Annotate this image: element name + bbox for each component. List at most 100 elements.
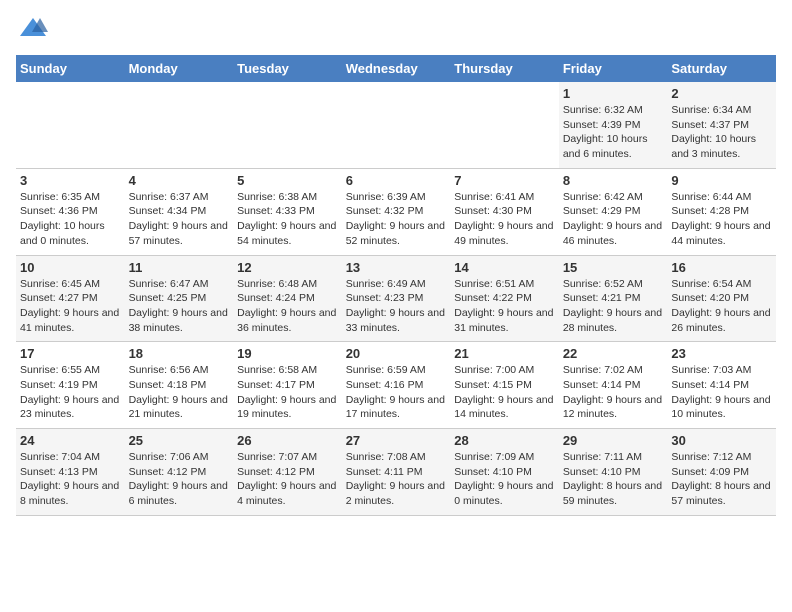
day-number: 27: [346, 433, 447, 448]
day-info: Sunrise: 6:38 AM Sunset: 4:33 PM Dayligh…: [237, 190, 338, 249]
calendar-cell: 9 Sunrise: 6:44 AM Sunset: 4:28 PM Daylig…: [667, 168, 776, 255]
calendar-week-row: 24 Sunrise: 7:04 AM Sunset: 4:13 PM Dayli…: [16, 429, 776, 516]
day-number: 11: [129, 260, 230, 275]
calendar-table: SundayMondayTuesdayWednesdayThursdayFrid…: [16, 55, 776, 516]
day-info: Sunrise: 6:55 AM Sunset: 4:19 PM Dayligh…: [20, 363, 121, 422]
weekday-header: Monday: [125, 55, 234, 82]
day-info: Sunrise: 7:02 AM Sunset: 4:14 PM Dayligh…: [563, 363, 664, 422]
calendar-cell: 6 Sunrise: 6:39 AM Sunset: 4:32 PM Daylig…: [342, 168, 451, 255]
day-info: Sunrise: 6:42 AM Sunset: 4:29 PM Dayligh…: [563, 190, 664, 249]
day-number: 14: [454, 260, 555, 275]
day-info: Sunrise: 6:58 AM Sunset: 4:17 PM Dayligh…: [237, 363, 338, 422]
calendar-cell: 25 Sunrise: 7:06 AM Sunset: 4:12 PM Dayli…: [125, 429, 234, 516]
calendar-cell: 7 Sunrise: 6:41 AM Sunset: 4:30 PM Daylig…: [450, 168, 559, 255]
calendar-cell: 15 Sunrise: 6:52 AM Sunset: 4:21 PM Dayli…: [559, 255, 668, 342]
day-number: 5: [237, 173, 338, 188]
calendar-week-row: 17 Sunrise: 6:55 AM Sunset: 4:19 PM Dayli…: [16, 342, 776, 429]
day-info: Sunrise: 7:00 AM Sunset: 4:15 PM Dayligh…: [454, 363, 555, 422]
day-number: 13: [346, 260, 447, 275]
calendar-cell: 23 Sunrise: 7:03 AM Sunset: 4:14 PM Dayli…: [667, 342, 776, 429]
day-info: Sunrise: 7:12 AM Sunset: 4:09 PM Dayligh…: [671, 450, 772, 509]
day-number: 19: [237, 346, 338, 361]
calendar-cell: [342, 82, 451, 168]
calendar-cell: [16, 82, 125, 168]
calendar-week-row: 3 Sunrise: 6:35 AM Sunset: 4:36 PM Daylig…: [16, 168, 776, 255]
day-number: 1: [563, 86, 664, 101]
day-info: Sunrise: 6:35 AM Sunset: 4:36 PM Dayligh…: [20, 190, 121, 249]
day-info: Sunrise: 7:06 AM Sunset: 4:12 PM Dayligh…: [129, 450, 230, 509]
calendar-cell: 30 Sunrise: 7:12 AM Sunset: 4:09 PM Dayli…: [667, 429, 776, 516]
calendar-week-row: 1 Sunrise: 6:32 AM Sunset: 4:39 PM Daylig…: [16, 82, 776, 168]
day-number: 12: [237, 260, 338, 275]
day-number: 15: [563, 260, 664, 275]
day-info: Sunrise: 6:52 AM Sunset: 4:21 PM Dayligh…: [563, 277, 664, 336]
weekday-header: Wednesday: [342, 55, 451, 82]
day-number: 25: [129, 433, 230, 448]
day-number: 16: [671, 260, 772, 275]
day-info: Sunrise: 7:03 AM Sunset: 4:14 PM Dayligh…: [671, 363, 772, 422]
day-number: 29: [563, 433, 664, 448]
calendar-cell: 17 Sunrise: 6:55 AM Sunset: 4:19 PM Dayli…: [16, 342, 125, 429]
calendar-cell: 21 Sunrise: 7:00 AM Sunset: 4:15 PM Dayli…: [450, 342, 559, 429]
calendar-cell: 16 Sunrise: 6:54 AM Sunset: 4:20 PM Dayli…: [667, 255, 776, 342]
calendar-cell: 20Sunrise: 6:59 AM Sunset: 4:16 PM Dayli…: [342, 342, 451, 429]
weekday-header: Friday: [559, 55, 668, 82]
day-info: Sunrise: 7:09 AM Sunset: 4:10 PM Dayligh…: [454, 450, 555, 509]
day-number: 9: [671, 173, 772, 188]
weekday-header: Saturday: [667, 55, 776, 82]
day-info: Sunrise: 6:39 AM Sunset: 4:32 PM Dayligh…: [346, 190, 447, 249]
day-info: Sunrise: 6:59 AM Sunset: 4:16 PM Dayligh…: [346, 363, 447, 422]
day-number: 6: [346, 173, 447, 188]
day-info: Sunrise: 6:41 AM Sunset: 4:30 PM Dayligh…: [454, 190, 555, 249]
day-number: 28: [454, 433, 555, 448]
calendar-cell: 27Sunrise: 7:08 AM Sunset: 4:11 PM Dayli…: [342, 429, 451, 516]
weekday-header: Sunday: [16, 55, 125, 82]
day-info: Sunrise: 6:48 AM Sunset: 4:24 PM Dayligh…: [237, 277, 338, 336]
calendar-cell: [125, 82, 234, 168]
day-number: 24: [20, 433, 121, 448]
calendar-cell: [233, 82, 342, 168]
day-info: Sunrise: 6:51 AM Sunset: 4:22 PM Dayligh…: [454, 277, 555, 336]
calendar-cell: 3 Sunrise: 6:35 AM Sunset: 4:36 PM Daylig…: [16, 168, 125, 255]
day-info: Sunrise: 7:07 AM Sunset: 4:12 PM Dayligh…: [237, 450, 338, 509]
day-info: Sunrise: 6:45 AM Sunset: 4:27 PM Dayligh…: [20, 277, 121, 336]
calendar-cell: 10 Sunrise: 6:45 AM Sunset: 4:27 PM Dayli…: [16, 255, 125, 342]
calendar-cell: 18 Sunrise: 6:56 AM Sunset: 4:18 PM Dayli…: [125, 342, 234, 429]
day-number: 30: [671, 433, 772, 448]
day-info: Sunrise: 7:04 AM Sunset: 4:13 PM Dayligh…: [20, 450, 121, 509]
day-number: 8: [563, 173, 664, 188]
weekday-header: Thursday: [450, 55, 559, 82]
day-number: 3: [20, 173, 121, 188]
calendar-week-row: 10 Sunrise: 6:45 AM Sunset: 4:27 PM Dayli…: [16, 255, 776, 342]
logo-icon: [18, 16, 48, 40]
calendar-cell: 8 Sunrise: 6:42 AM Sunset: 4:29 PM Daylig…: [559, 168, 668, 255]
header: [16, 16, 776, 45]
day-number: 10: [20, 260, 121, 275]
day-number: 22: [563, 346, 664, 361]
day-number: 7: [454, 173, 555, 188]
weekday-header-row: SundayMondayTuesdayWednesdayThursdayFrid…: [16, 55, 776, 82]
calendar-cell: 5 Sunrise: 6:38 AM Sunset: 4:33 PM Daylig…: [233, 168, 342, 255]
day-number: 2: [671, 86, 772, 101]
calendar-cell: 19 Sunrise: 6:58 AM Sunset: 4:17 PM Dayli…: [233, 342, 342, 429]
day-number: 21: [454, 346, 555, 361]
day-info: Sunrise: 6:34 AM Sunset: 4:37 PM Dayligh…: [671, 103, 772, 162]
day-number: 23: [671, 346, 772, 361]
calendar-cell: 11 Sunrise: 6:47 AM Sunset: 4:25 PM Dayli…: [125, 255, 234, 342]
calendar-cell: 14 Sunrise: 6:51 AM Sunset: 4:22 PM Dayli…: [450, 255, 559, 342]
day-number: 17: [20, 346, 121, 361]
day-info: Sunrise: 6:56 AM Sunset: 4:18 PM Dayligh…: [129, 363, 230, 422]
day-info: Sunrise: 6:49 AM Sunset: 4:23 PM Dayligh…: [346, 277, 447, 336]
calendar-cell: 12 Sunrise: 6:48 AM Sunset: 4:24 PM Dayli…: [233, 255, 342, 342]
day-info: Sunrise: 6:32 AM Sunset: 4:39 PM Dayligh…: [563, 103, 664, 162]
day-number: 18: [129, 346, 230, 361]
calendar-cell: [450, 82, 559, 168]
calendar-cell: 28 Sunrise: 7:09 AM Sunset: 4:10 PM Dayli…: [450, 429, 559, 516]
day-info: Sunrise: 6:37 AM Sunset: 4:34 PM Dayligh…: [129, 190, 230, 249]
day-info: Sunrise: 6:47 AM Sunset: 4:25 PM Dayligh…: [129, 277, 230, 336]
weekday-header: Tuesday: [233, 55, 342, 82]
calendar-cell: 26Sunrise: 7:07 AM Sunset: 4:12 PM Dayli…: [233, 429, 342, 516]
day-info: Sunrise: 6:54 AM Sunset: 4:20 PM Dayligh…: [671, 277, 772, 336]
day-info: Sunrise: 6:44 AM Sunset: 4:28 PM Dayligh…: [671, 190, 772, 249]
calendar-cell: 1 Sunrise: 6:32 AM Sunset: 4:39 PM Daylig…: [559, 82, 668, 168]
